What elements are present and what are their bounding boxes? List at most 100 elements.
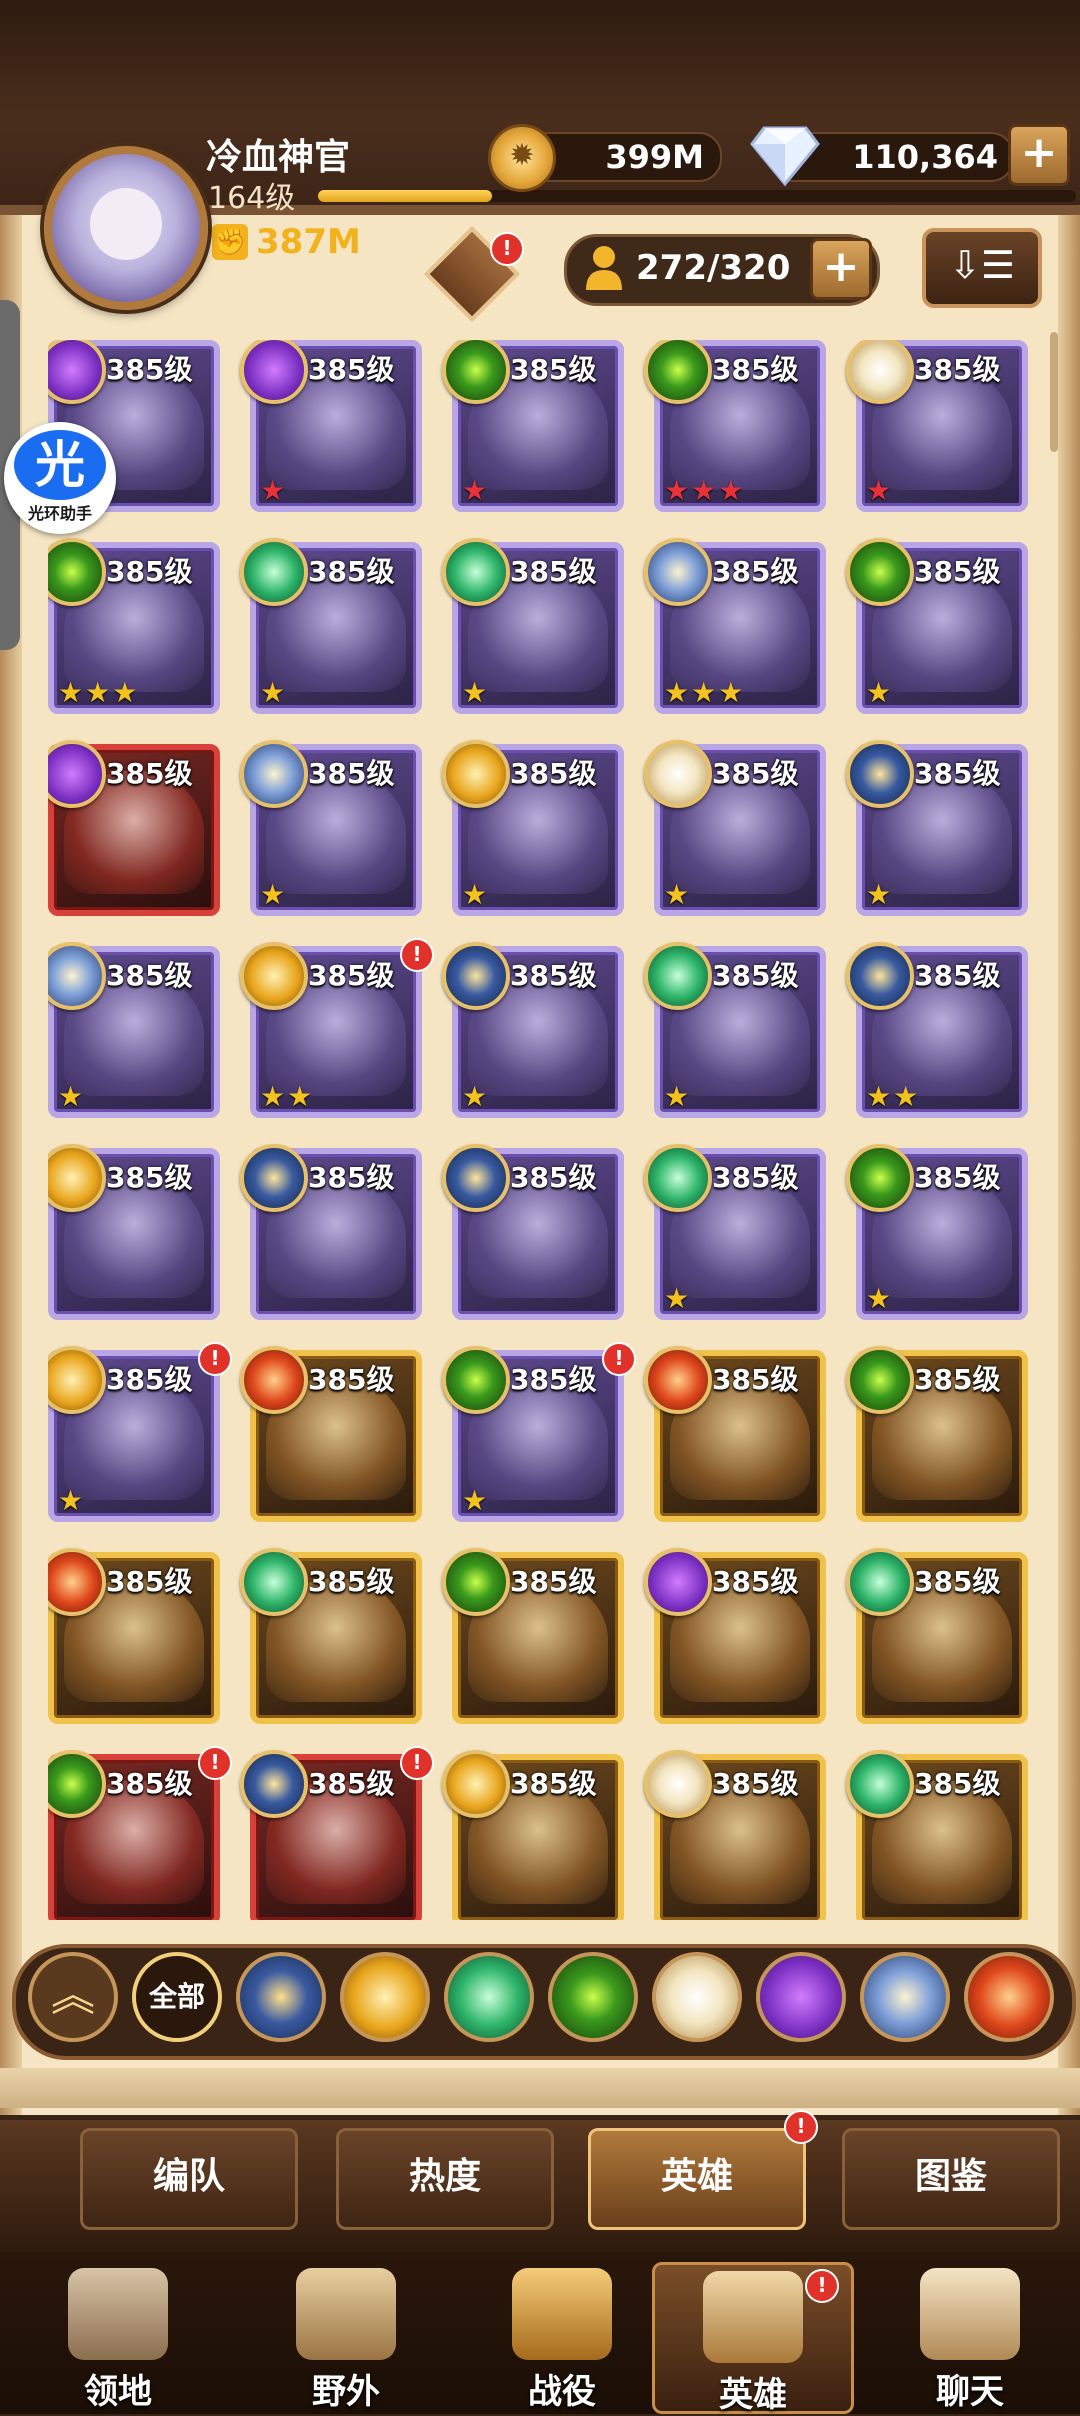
avatar-face <box>90 188 162 260</box>
hero-stars: ★★★ <box>664 676 746 709</box>
hero-card[interactable]: 385级 <box>48 740 220 916</box>
hero-stars: ★ <box>462 1484 490 1517</box>
grid-scrollbar[interactable] <box>1050 332 1058 452</box>
hero-level: 385级 <box>106 555 193 588</box>
hero-card[interactable]: 385级 <box>644 1750 826 1920</box>
hero-card[interactable]: 385级 ★ <box>442 942 624 1118</box>
hero-level: 385级 <box>510 353 597 386</box>
hero-level: 385级 <box>712 959 799 992</box>
hero-card[interactable]: 385级 ★ <box>442 340 624 512</box>
hero-level: 385级 <box>914 1161 1001 1194</box>
double-chevron-up-icon: ︽ <box>51 1970 95 2021</box>
hero-stars: ★ <box>866 878 894 911</box>
hero-card[interactable]: 385级 ★ <box>846 538 1028 714</box>
nav-heroes[interactable]: 英雄! <box>652 2262 854 2415</box>
hero-card[interactable]: 385级 ★ <box>240 538 422 714</box>
hero-card[interactable]: 385级 ★★★ <box>644 538 826 714</box>
filter-fire-button[interactable] <box>964 1952 1054 2042</box>
hero-card[interactable]: 385级 ★ <box>442 740 624 916</box>
faction-leaf-icon <box>442 538 510 606</box>
hero-card[interactable]: 385级 ★ <box>846 340 1028 512</box>
faction-blue-icon <box>240 1144 308 1212</box>
hero-card[interactable]: 385级! <box>48 1746 232 1920</box>
gem-value: 110,364 <box>852 138 998 176</box>
xp-bar <box>318 190 1076 202</box>
buy-gems-button[interactable]: + <box>1008 124 1070 186</box>
hero-stars: ★ <box>866 1282 894 1315</box>
hero-card[interactable]: 385级 <box>240 1346 422 1522</box>
event-button[interactable]: ! <box>420 225 524 323</box>
hero-card[interactable]: 385级 ★ <box>644 740 826 916</box>
nav-chat[interactable]: 聊天 <box>872 2262 1068 2412</box>
hero-card[interactable]: 385级 <box>240 1548 422 1724</box>
assistant-floating-button[interactable]: 光 光环助手 <box>4 422 116 534</box>
filter-white-star-button[interactable] <box>652 1952 742 2042</box>
faction-fire-icon <box>240 1346 308 1414</box>
hero-card[interactable]: 385级 ★ <box>240 740 422 916</box>
sword-crest-icon <box>512 2268 612 2360</box>
expand-roster-button[interactable]: + <box>810 238 872 300</box>
hero-card[interactable]: 385级 ★ <box>644 1144 826 1320</box>
hero-card[interactable]: 385级 ★ <box>846 1144 1028 1320</box>
faction-gold-icon <box>240 942 308 1010</box>
faction-blue-icon <box>846 740 914 808</box>
hero-card[interactable]: 385级 ★ <box>442 538 624 714</box>
hero-card[interactable]: 385级 <box>442 1750 624 1920</box>
tab-formation[interactable]: 编队 <box>80 2128 298 2230</box>
hero-card[interactable]: 385级 <box>644 1548 826 1724</box>
hero-card[interactable]: 385级 ★ <box>240 340 422 512</box>
hero-level: 385级 <box>914 1363 1001 1396</box>
hero-card[interactable]: 385级 <box>846 1548 1028 1724</box>
filter-leaf-button[interactable] <box>444 1952 534 2042</box>
hero-card[interactable]: 385级 ★ <box>48 942 220 1118</box>
hero-card[interactable]: 385级 ★★ <box>846 942 1028 1118</box>
hero-level: 385级 <box>914 757 1001 790</box>
hero-card[interactable]: 385级 <box>644 1346 826 1522</box>
hero-alert-badge: ! <box>602 1342 636 1376</box>
hero-card[interactable]: 385级 ★ <box>644 942 826 1118</box>
hero-stars: ★ <box>260 474 288 507</box>
hero-card[interactable]: 385级! <box>240 1746 434 1920</box>
faction-gold-icon <box>442 1750 510 1818</box>
tab-codex[interactable]: 图鉴 <box>842 2128 1060 2230</box>
filter-all-button[interactable]: 全部 <box>132 1952 222 2042</box>
hero-card[interactable]: 385级 ★ <box>846 740 1028 916</box>
sort-button[interactable]: ⇩☰ <box>922 228 1042 308</box>
filter-blue-star-button[interactable] <box>236 1952 326 2042</box>
hero-card[interactable]: 385级 ★★★ <box>48 538 220 714</box>
filter-green-eye-button[interactable] <box>548 1952 638 2042</box>
hero-card[interactable]: 385级 ★! <box>48 1342 232 1522</box>
hero-card[interactable]: 385级 <box>240 1144 422 1320</box>
nav-campaign[interactable]: 战役 <box>464 2262 660 2412</box>
faction-white-icon <box>644 1750 712 1818</box>
nav-territory[interactable]: 领地 <box>20 2262 216 2412</box>
hero-card[interactable]: 385级 <box>846 1750 1028 1920</box>
hero-card[interactable]: 385级 <box>846 1346 1028 1522</box>
tab-heroes[interactable]: 英雄 <box>588 2128 806 2230</box>
sort-icon: ⇩☰ <box>949 243 1015 287</box>
hero-level: 385级 <box>914 1565 1001 1598</box>
hero-level: 385级 <box>712 1363 799 1396</box>
hero-card[interactable]: 385级 <box>48 1548 220 1724</box>
nav-wilderness[interactable]: 野外 <box>248 2262 444 2412</box>
hero-stars: ★ <box>462 474 490 507</box>
filter-gold-sun-button[interactable] <box>340 1952 430 2042</box>
hero-card[interactable]: 385级 ★★★ <box>644 340 826 512</box>
hero-alert-badge: ! <box>198 1746 232 1780</box>
player-avatar[interactable] <box>44 146 208 310</box>
hero-card[interactable]: 385级 <box>442 1548 624 1724</box>
hero-level: 385级 <box>106 757 193 790</box>
hero-card[interactable]: 385级 <box>48 1144 220 1320</box>
hero-card[interactable]: 385级 <box>442 1144 624 1320</box>
hero-level: 385级 <box>106 1363 193 1396</box>
faction-orb-icon <box>240 740 308 808</box>
tab-popularity[interactable]: 热度 <box>336 2128 554 2230</box>
filter-purple-crystal-button[interactable] <box>756 1952 846 2042</box>
collapse-up-button[interactable]: ︽ <box>28 1952 118 2042</box>
hero-card[interactable]: 385级 ★★! <box>240 938 434 1118</box>
hero-card[interactable]: 385级 ★! <box>442 1342 636 1522</box>
gold-coin-icon: ✹ <box>488 124 556 192</box>
hero-stars: ★ <box>664 1080 692 1113</box>
filter-orb-button[interactable] <box>860 1952 950 2042</box>
hero-alert-badge: ! <box>198 1342 232 1376</box>
